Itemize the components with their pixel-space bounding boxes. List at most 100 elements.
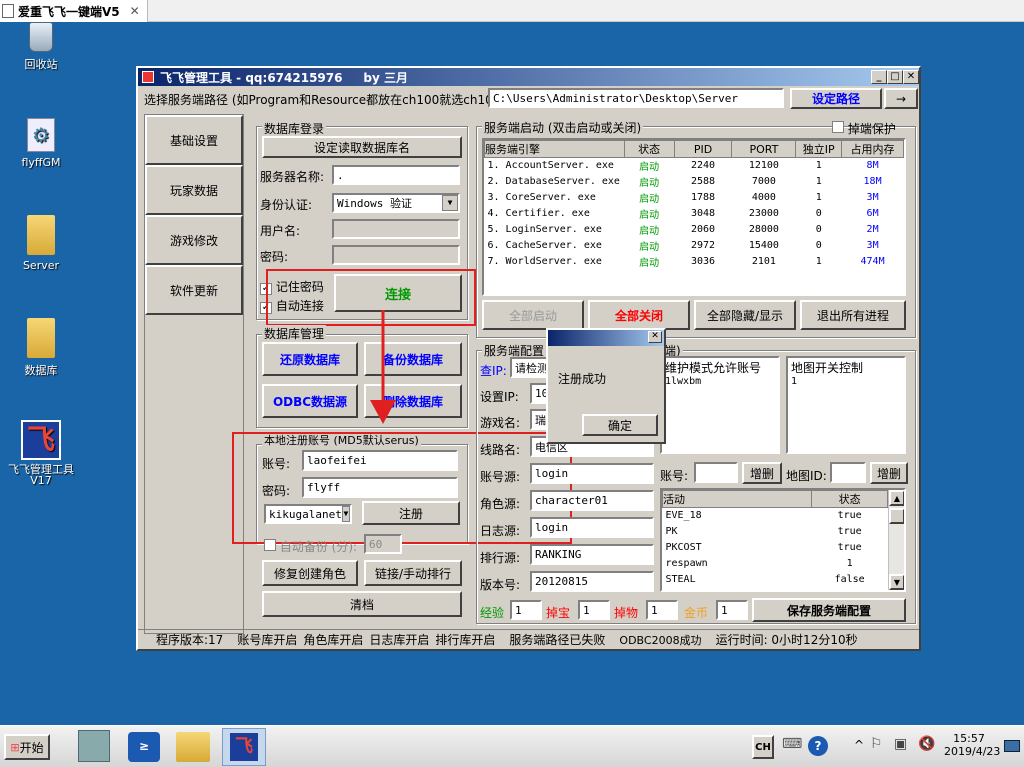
lookup-ip-input[interactable]: 请检测: [510, 357, 550, 378]
activity-row[interactable]: STEAL false: [663, 572, 888, 588]
save-config-button[interactable]: 保存服务端配置: [752, 598, 906, 622]
flyff-tool-taskbar-button[interactable]: 飞: [222, 728, 266, 766]
role-src-input[interactable]: character01: [530, 490, 654, 511]
rank-src-input[interactable]: RANKING: [530, 544, 654, 565]
map-id-input[interactable]: [830, 462, 866, 483]
desktop-database-folder[interactable]: 数据库: [8, 318, 74, 378]
activity-cell: true: [837, 526, 862, 537]
item-input[interactable]: 1: [646, 600, 678, 620]
activity-column-header[interactable]: 状态: [811, 490, 888, 508]
nav-basic-settings[interactable]: 基础设置: [145, 115, 243, 165]
log-src-input[interactable]: login: [530, 517, 654, 538]
tab-main[interactable]: 爱重飞飞一键端V5 ✕: [0, 0, 148, 22]
server-row[interactable]: 2. DatabaseServer. exe 启动 2588 7000 1 18M: [485, 174, 904, 190]
activity-row[interactable]: PK true: [663, 524, 888, 540]
language-indicator[interactable]: CH: [752, 735, 774, 759]
arrow-button[interactable]: →: [884, 88, 918, 109]
activity-scrollbar[interactable]: ▲ ▼: [888, 490, 904, 590]
activity-cell: 1: [812, 588, 888, 591]
flag-icon[interactable]: ⚐: [870, 736, 883, 752]
map-list[interactable]: 地图开关控制 1: [786, 356, 906, 454]
nav-player-data[interactable]: 玩家数据: [145, 165, 243, 215]
server-column-header[interactable]: 状态: [623, 140, 675, 158]
read-db-button[interactable]: 设定读取数据库名: [262, 136, 462, 158]
add-del-map-button[interactable]: 增删: [870, 462, 908, 484]
activity-row[interactable]: respawn 1: [663, 556, 888, 572]
activity-list[interactable]: 活动 状态 EVE_18 true PK true PKCOST true respawn 1 S…: [660, 488, 906, 592]
path-input[interactable]: C:\Users\Administrator\Desktop\Server: [488, 88, 784, 108]
exit-all-button[interactable]: 退出所有进程: [800, 300, 906, 330]
server-row[interactable]: 6. CacheServer. exe 启动 2972 15400 0 3M: [485, 238, 904, 254]
link-rank-button[interactable]: 链接/手动排行: [364, 560, 462, 586]
close-button[interactable]: ✕: [903, 70, 919, 84]
fix-role-button[interactable]: 修复创建角色: [262, 560, 358, 586]
network-icon[interactable]: ▣: [894, 736, 907, 752]
auto-backup-input[interactable]: 60: [364, 534, 402, 554]
protect-checkbox[interactable]: 掉端保护: [832, 120, 896, 137]
lookup-ip-label[interactable]: 查IP:: [480, 362, 507, 379]
show-hidden-icons-icon[interactable]: ^: [854, 738, 864, 752]
nav-software-update[interactable]: 软件更新: [145, 265, 243, 315]
volume-muted-icon[interactable]: 🔇: [918, 736, 935, 752]
maint-list[interactable]: 维护模式允许账号 1lwxbm: [660, 356, 780, 454]
set-path-button[interactable]: 设定路径: [790, 88, 882, 109]
server-column-header[interactable]: PID: [673, 140, 733, 158]
server-column-header[interactable]: 占用内存: [841, 140, 904, 158]
server-cell: 474M: [860, 256, 885, 267]
desktop-flyff-tool[interactable]: 飞 飞飞管理工具 V17: [2, 420, 80, 486]
dialog-ok-button[interactable]: 确定: [582, 414, 658, 436]
keyboard-icon[interactable]: ⌨: [782, 736, 802, 756]
nav-game-modify[interactable]: 游戏修改: [145, 215, 243, 265]
chevron-down-icon[interactable]: ▼: [442, 195, 458, 211]
tab-close-icon[interactable]: ✕: [130, 4, 140, 18]
account-src-input[interactable]: login: [530, 463, 654, 484]
username-input[interactable]: [332, 219, 460, 239]
desktop-server-folder[interactable]: Server: [8, 215, 74, 272]
show-desktop-icon[interactable]: [1004, 740, 1020, 752]
server-name-input[interactable]: .: [332, 165, 460, 185]
powershell-icon[interactable]: ≥: [128, 732, 160, 762]
server-column-header[interactable]: 服务端引擎: [484, 140, 625, 158]
activity-column-header[interactable]: 活动: [662, 490, 813, 508]
exp-input[interactable]: 1: [510, 600, 542, 620]
clear-data-button[interactable]: 清档: [262, 591, 462, 617]
server-row[interactable]: 1. AccountServer. exe 启动 2240 12100 1 8M: [485, 158, 904, 174]
server-row[interactable]: 4. Certifier. exe 启动 3048 23000 0 6M: [485, 206, 904, 222]
auto-backup-checkbox[interactable]: 自动备份 (分):: [264, 538, 357, 555]
server-row[interactable]: 3. CoreServer. exe 启动 1788 4000 1 3M: [485, 190, 904, 206]
explorer-folder-icon[interactable]: [176, 732, 210, 762]
server-manager-icon[interactable]: [78, 730, 110, 762]
add-del-account-button[interactable]: 增删: [742, 462, 782, 484]
server-column-header[interactable]: 独立IP: [795, 140, 843, 158]
scroll-thumb[interactable]: [889, 508, 904, 524]
close-all-button[interactable]: 全部关闭: [588, 300, 690, 330]
help-icon[interactable]: ?: [808, 736, 828, 756]
maximize-button[interactable]: □: [887, 70, 903, 84]
version-input[interactable]: 20120815: [530, 571, 654, 592]
server-list[interactable]: 服务端引擎 状态 PID PORT 独立IP 占用内存 1. AccountServer.…: [482, 138, 906, 296]
server-row[interactable]: 5. LoginServer. exe 启动 2060 28000 0 2M: [485, 222, 904, 238]
hide-all-button[interactable]: 全部隐藏/显示: [694, 300, 796, 330]
password-input[interactable]: [332, 245, 460, 265]
clock[interactable]: 15:57 2019/4/23: [944, 732, 1000, 758]
desktop-flyffgm[interactable]: ⚙ flyffGM: [8, 118, 74, 169]
server-column-header[interactable]: PORT: [731, 140, 797, 158]
acct-input[interactable]: [694, 462, 738, 483]
dialog-close-button[interactable]: ✕: [648, 331, 662, 343]
server-row[interactable]: 7. WorldServer. exe 启动 3036 2101 1 474M: [485, 254, 904, 270]
scroll-down-icon[interactable]: ▼: [889, 574, 904, 590]
start-button[interactable]: ⊞ 开始: [4, 734, 50, 760]
server-cell: 启动: [639, 194, 660, 205]
scroll-up-icon[interactable]: ▲: [889, 490, 904, 506]
activity-row[interactable]: EVE_18 true: [663, 508, 888, 524]
activity-row[interactable]: PKCOST true: [663, 540, 888, 556]
gold-input[interactable]: 1: [716, 600, 748, 620]
desktop-recycle-bin[interactable]: 回收站: [8, 22, 74, 72]
restore-db-button[interactable]: 还原数据库: [262, 342, 358, 376]
minimize-button[interactable]: _: [871, 70, 887, 84]
odbc-button[interactable]: ODBC数据源: [262, 384, 358, 418]
auth-select[interactable]: Windows 验证 ▼: [332, 193, 460, 213]
start-all-button[interactable]: 全部启动: [482, 300, 584, 330]
drop-input[interactable]: 1: [578, 600, 610, 620]
activity-row[interactable]: SYSTEMSHOP1: [663, 588, 888, 591]
